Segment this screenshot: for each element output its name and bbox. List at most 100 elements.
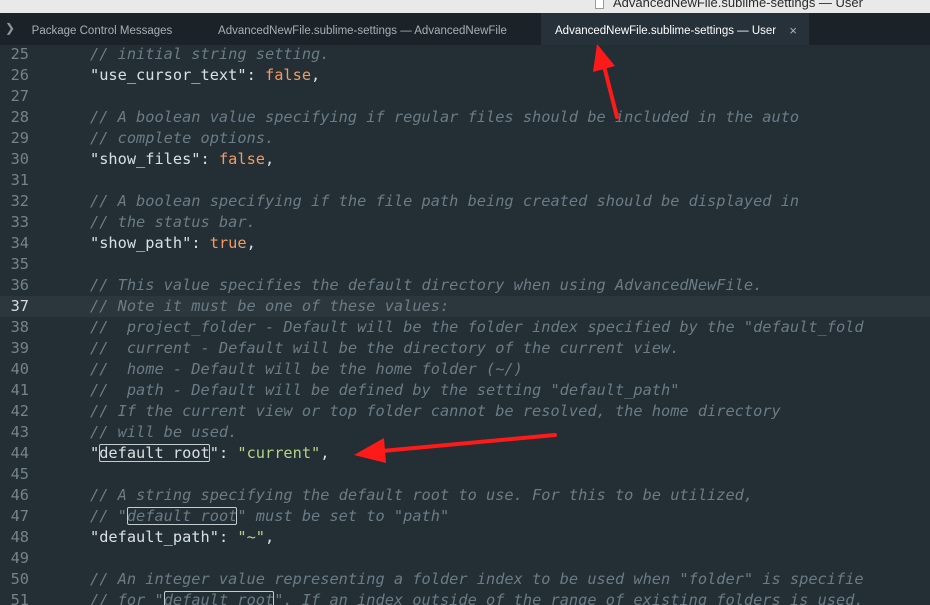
line-number: 41 [10,381,29,399]
code-line[interactable]: 49 [0,548,930,569]
line-number: 32 [10,192,29,210]
line-number: 26 [10,66,29,84]
code-line[interactable]: 46 // A string specifying the default roo… [0,485,930,506]
tab-bar: ❯ Package Control Messages AdvancedNewFi… [0,13,930,45]
tab-advancednewfile-settings-default[interactable]: AdvancedNewFile.sublime-settings — Advan… [200,13,525,45]
setting-value: "~" [237,528,265,546]
code-line[interactable]: 48 "default_path": "~", [0,527,930,548]
code-line[interactable]: 34 "show_path": true, [0,233,930,254]
quote: " [209,444,219,462]
comment: // current - Default will be the directo… [90,339,680,357]
code-line[interactable]: 42 // If the current view or top folder c… [0,401,930,422]
document-icon [595,0,604,9]
code-line[interactable]: 44 "default_root": "current", [0,443,930,464]
code-line[interactable]: 38 // project_folder - Default will be th… [0,317,930,338]
comment: // A boolean value specifying if regular… [90,108,800,126]
word-highlight: default_root [163,591,275,605]
line-number: 36 [10,276,29,294]
line-number: 40 [10,360,29,378]
code-line[interactable]: 30 "show_files": false, [0,149,930,170]
code-line[interactable]: 32 // A boolean specifying if the file pa… [0,191,930,212]
line-number: 45 [10,465,29,483]
setting-value: false [218,150,265,168]
comment: // Note it must be one of these values: [90,297,450,315]
comment: // home - Default will be the home folde… [90,360,523,378]
setting-value: true [209,234,247,252]
comment: " must be set to "path" [237,507,450,525]
line-number: 49 [10,549,29,567]
comment: // path - Default will be defined by the… [90,381,680,399]
line-number: 46 [10,486,29,504]
comment: // for " [90,591,164,605]
comment: // An integer value representing a folde… [90,570,864,588]
code-line[interactable]: 31 [0,170,930,191]
setting-value: false [264,66,312,84]
setting-value: "current" [237,444,321,462]
comment: // project_folder - Default will be the … [90,318,864,336]
code-line[interactable]: 35 [0,254,930,275]
code-line[interactable]: 29 // complete options. [0,128,930,149]
line-number: 44 [10,444,29,462]
line-number: 50 [10,570,29,588]
tab-advancednewfile-settings-user[interactable]: AdvancedNewFile.sublime-settings — User … [541,13,809,45]
line-number: 34 [10,234,29,252]
line-number: 31 [10,171,29,189]
code-line[interactable]: 51 // for "default_root". If an index out… [0,590,930,605]
window-titlebar: AdvancedNewFile.sublime-settings — User [0,0,930,13]
comment: // " [90,507,127,525]
code-line[interactable]: 26 "use_cursor_text": false, [0,65,930,86]
code-line[interactable]: 39 // current - Default will be the direc… [0,338,930,359]
tab-label: AdvancedNewFile.sublime-settings — User [555,25,777,37]
code-line-current[interactable]: 37 // Note it must be one of these values… [0,296,930,317]
code-line[interactable]: 28 // A boolean value specifying if regul… [0,107,930,128]
comment: // A boolean specifying if the file path… [90,192,800,210]
comment: ". If an index outside of the range of e… [274,591,864,605]
code-line[interactable]: 40 // home - Default will be the home fol… [0,359,930,380]
setting-key: "show_path" [90,234,192,252]
line-number: 28 [10,108,29,126]
tab-package-control-messages[interactable]: Package Control Messages [19,13,185,45]
code-line[interactable]: 36 // This value specifies the default di… [0,275,930,296]
quote: " [90,444,100,462]
code-editor[interactable]: 25 // initial string setting. 26 "use_curs… [0,45,930,605]
line-number: 33 [10,213,29,231]
setting-key: "show_files" [90,150,201,168]
line-number: 29 [10,129,29,147]
line-number: 27 [10,87,29,105]
line-number: 42 [10,402,29,420]
code-line[interactable]: 47 // "default_root" must be set to "path… [0,506,930,527]
code-line[interactable]: 33 // the status bar. [0,212,930,233]
line-number: 38 [10,318,29,336]
line-number: 39 [10,339,29,357]
window-title: AdvancedNewFile.sublime-settings — User [613,0,863,10]
comment: // the status bar. [90,213,256,231]
setting-key: "use_cursor_text" [90,66,247,84]
comment: // will be used. [90,423,238,441]
code-line[interactable]: 27 [0,86,930,107]
word-highlight: default_root [126,507,238,525]
comment: // initial string setting. [90,45,330,63]
tab-label: Package Control Messages [31,25,173,37]
setting-key: "default_path" [90,528,219,546]
line-number: 37 [10,297,29,315]
line-number: 30 [10,150,29,168]
code-line[interactable]: 50 // An integer value representing a fol… [0,569,930,590]
line-number: 35 [10,255,29,273]
chevron-right-icon[interactable]: ❯ [5,21,15,35]
code-line[interactable]: 43 // will be used. [0,422,930,443]
line-number: 51 [10,591,29,605]
line-number: 48 [10,528,29,546]
comma: , [320,444,330,462]
close-icon[interactable]: × [789,13,797,49]
comment: // complete options. [90,129,275,147]
code-line[interactable]: 45 [0,464,930,485]
line-number: 47 [10,507,29,525]
colon: : [218,444,238,462]
comment: // If the current view or top folder can… [90,402,781,420]
code-line[interactable]: 25 // initial string setting. [0,45,930,65]
code-line[interactable]: 41 // path - Default will be defined by t… [0,380,930,401]
setting-key-highlighted: default_root [99,444,210,462]
line-number: 43 [10,423,29,441]
comment: // This value specifies the default dire… [90,276,763,294]
comment: // A string specifying the default root … [90,486,754,504]
